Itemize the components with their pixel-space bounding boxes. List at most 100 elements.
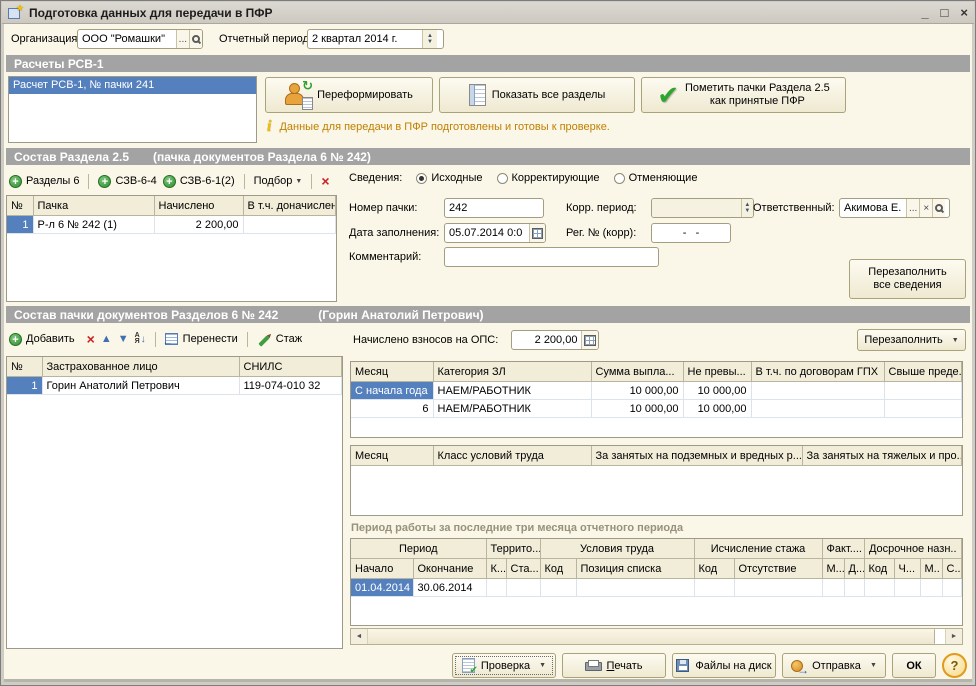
responsible-search-button[interactable] [932,199,946,217]
transfer-button[interactable]: Перенести [163,333,238,348]
cell-empty[interactable] [540,578,577,597]
corr-period-spinner[interactable]: ▲ ▼ [740,199,753,217]
cell-snils[interactable]: 119-074-010 32 [239,376,342,395]
ops-input[interactable] [512,331,582,349]
send-button[interactable]: → Отправка ▼ [782,653,886,678]
cell-over[interactable] [884,399,962,418]
scroll-right-icon[interactable]: ► [945,629,962,644]
cell-empty[interactable] [694,578,735,597]
conditions-table[interactable]: Месяц Класс условий труда За занятых на … [350,445,963,516]
cell-empty[interactable] [576,578,695,597]
cell-empty[interactable] [864,578,895,597]
section25-subtitle: (пачка документов Раздела 6 № 242) [153,149,371,164]
organization-search-button[interactable] [189,30,202,48]
cell-limit[interactable]: 10 000,00 [683,399,752,418]
cell-start[interactable]: 01.04.2014 [351,578,414,597]
responsible-input[interactable] [840,199,906,217]
staj-button[interactable]: Стаж [257,333,302,347]
cell-empty[interactable] [894,578,921,597]
period-input[interactable] [308,30,422,48]
rsv-list-item[interactable]: Расчет РСВ-1, № пачки 241 [9,77,256,94]
minimize-icon[interactable]: _ [921,5,928,20]
cell-gph[interactable] [751,399,885,418]
cell-person[interactable]: Горин Анатолий Петрович [42,376,240,395]
cell-empty[interactable] [942,578,962,597]
cell-empty[interactable] [822,578,845,597]
fill-date-input[interactable] [445,224,529,242]
table-row[interactable]: 6 НАЕМ/РАБОТНИК 10 000,00 10 000,00 [351,399,962,418]
cell-gph[interactable] [751,381,885,400]
corr-period-input[interactable] [652,199,741,217]
radio-otmenyayushchie[interactable]: Отменяющие [613,172,697,184]
cell-over[interactable] [884,381,962,400]
organization-input[interactable] [78,30,176,48]
cell-category[interactable]: НАЕМ/РАБОТНИК [433,399,592,418]
check-button[interactable]: Проверка ▼ [452,653,556,678]
scrollbar-thumb[interactable] [368,629,935,644]
cell-empty[interactable] [920,578,943,597]
add-person-button[interactable]: + Добавить [9,332,75,346]
col-month: Месяц [351,362,434,382]
add-szv64-button[interactable]: + СЗВ-6-4 [98,174,157,188]
cell-num[interactable]: 1 [7,215,34,234]
cell-empty[interactable] [486,578,507,597]
cell-category[interactable]: НАЕМ/РАБОТНИК [433,381,592,400]
table-row[interactable]: С начала года НАЕМ/РАБОТНИК 10 000,00 10… [351,381,962,400]
radio-korrektiruyushchie[interactable]: Корректирующие [496,172,600,184]
cell-empty[interactable] [734,578,823,597]
radio-ishodnye[interactable]: Исходные [416,172,483,184]
move-down-icon[interactable]: ▼ [118,333,129,345]
sort-button[interactable]: А Я ↓ [134,332,146,345]
cell-end[interactable]: 30.06.2014 [413,578,487,597]
cell-pack[interactable]: Р-л 6 № 242 (1) [33,215,155,234]
cell-sum[interactable]: 10 000,00 [591,399,684,418]
cell-empty[interactable] [506,578,541,597]
refill-all-button[interactable]: Перезаполнить все сведения [849,259,966,299]
periods-table[interactable]: Период Террито... Условия труда Исчислен… [350,538,963,626]
mark-accepted-button[interactable]: ✔ Пометить пачки Раздела 2.5 как приняты… [641,77,846,113]
show-all-sections-button[interactable]: Показать все разделы [439,77,635,113]
rsv-list[interactable]: Расчет РСВ-1, № пачки 241 [8,76,257,143]
responsible-choose-button[interactable]: ... [906,199,920,217]
cell-month[interactable]: С начала года [351,381,434,400]
help-button[interactable]: ? [942,653,967,678]
close-icon[interactable]: × [960,5,968,20]
table-row[interactable]: 1 Горин Анатолий Петрович 119-074-010 32 [7,376,342,395]
cell-extra[interactable] [243,215,336,234]
refill-dropdown-button[interactable]: Перезаполнить ▼ [857,329,966,351]
months-table[interactable]: Месяц Категория ЗЛ Сумма выпла... Не пре… [350,361,963,438]
move-up-icon[interactable]: ▲ [101,333,112,345]
horizontal-scrollbar[interactable]: ◄ ► [350,628,963,645]
ok-button[interactable]: ОК [892,653,936,678]
corr-period-group: ▲ ▼ [651,198,754,218]
cell-accrued[interactable]: 2 200,00 [154,215,244,234]
packs-table[interactable]: № Пачка Начислено В т.ч. доначислено 1 Р… [6,195,337,302]
calculator-button[interactable] [581,331,598,349]
responsible-clear-button[interactable]: × [919,199,933,217]
pack-number-input[interactable] [445,199,543,217]
files-to-disk-button[interactable]: Файлы на диск [672,653,776,678]
persons-table[interactable]: № Застрахованное лицо СНИЛС 1 Горин Анат… [6,356,343,649]
scroll-left-icon[interactable]: ◄ [351,629,368,644]
sort-az-icon: АЯ [134,332,140,345]
cell-sum[interactable]: 10 000,00 [591,381,684,400]
print-button[interactable]: Печать [562,653,666,678]
table-row[interactable]: 1 Р-л 6 № 242 (1) 2 200,00 [7,215,336,234]
delete-icon[interactable]: × [321,174,329,188]
cell-empty[interactable] [844,578,865,597]
podbor-button[interactable]: Подбор ▼ [254,175,303,187]
maximize-icon[interactable]: □ [941,5,949,20]
table-row[interactable]: 01.04.2014 30.06.2014 [351,578,962,597]
period-spinner[interactable]: ▲ ▼ [422,30,437,48]
comment-input[interactable] [445,248,658,266]
calendar-button[interactable] [528,224,545,242]
organization-choose-button[interactable]: ... [175,30,189,48]
add-szv612-button[interactable]: + СЗВ-6-1(2) [162,174,235,188]
reg-number-input[interactable] [652,224,730,242]
cell-month[interactable]: 6 [351,399,434,418]
add-sections6-button[interactable]: + Разделы 6 [9,174,79,188]
reform-button[interactable]: ↻ Переформировать [265,77,433,113]
delete-person-icon[interactable]: × [87,332,95,346]
cell-num[interactable]: 1 [7,376,43,395]
cell-limit[interactable]: 10 000,00 [683,381,752,400]
